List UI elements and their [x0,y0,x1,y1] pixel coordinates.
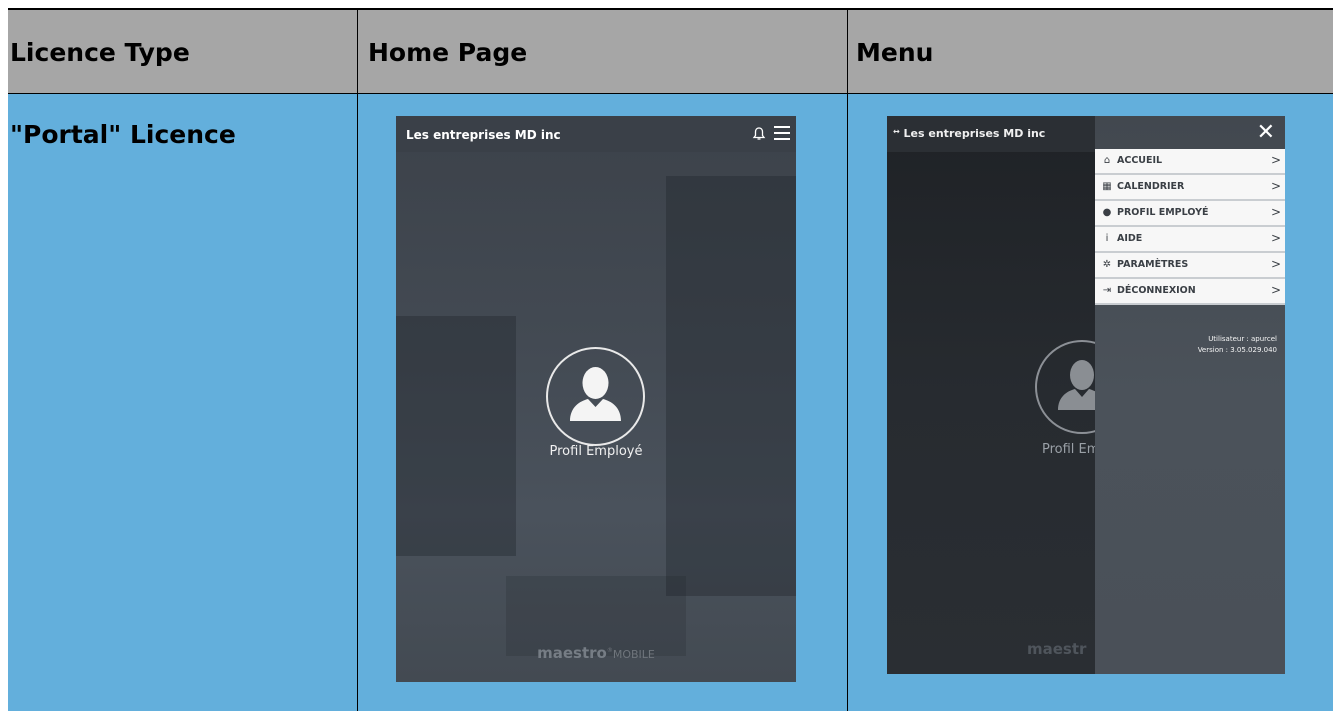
logout-icon: ⇥ [1102,285,1112,296]
profile-employee-label[interactable]: Profil Employé [396,444,796,459]
chevron-right-icon: > [1270,283,1281,297]
table-top-border [8,8,1333,10]
table-column-divider [357,8,358,711]
version-info: Version : 3.05.029.040 [1197,346,1277,354]
menu-item-parametres[interactable]: ✲ PARAMÈTRES > [1095,253,1285,279]
menu-item-calendrier[interactable]: ▦ CALENDRIER > [1095,175,1285,201]
header-cell-home-page: Home Page [358,8,848,94]
side-menu-drawer: ✕ ⌂ ACCUEIL > ▦ CALENDRIER > ● PROFIL EM… [1095,116,1285,674]
user-avatar-icon [570,367,621,421]
header-cell-licence-type: Licence Type [8,8,358,94]
hamburger-menu-icon[interactable] [774,126,790,140]
menu-item-accueil[interactable]: ⌂ ACCUEIL > [1095,149,1285,175]
chevron-right-icon: > [1270,257,1281,271]
home-page-screenshot: Les entreprises MD inc Profil Employé ma… [396,116,796,682]
menu-top-bar: ↔ Les entreprises MD inc [887,116,1095,152]
home-company-title: Les entreprises MD inc [406,128,561,142]
chevron-right-icon: > [1270,231,1281,245]
header-home-page: Home Page [368,38,528,67]
calendar-icon: ▦ [1102,181,1112,192]
user-version-info: Utilisateur : apurcel Version : 3.05.029… [1198,334,1277,356]
info-icon: i [1105,233,1109,244]
dimmed-profile-label: Profil Em [1042,442,1100,457]
gear-icon: ✲ [1102,259,1112,270]
user-info: Utilisateur : apurcel [1208,335,1277,343]
user-icon: ● [1102,207,1112,218]
home-icon: ⌂ [1103,155,1111,166]
dimmed-logo: maestr [1027,640,1087,658]
home-top-bar: Les entreprises MD inc [396,116,796,152]
licence-cell: "Portal" Licence [8,94,358,711]
menu-item-deconnexion[interactable]: ⇥ DÉCONNEXION > [1095,279,1285,305]
menu-list: ⌂ ACCUEIL > ▦ CALENDRIER > ● PROFIL EMPL… [1095,149,1285,305]
header-cell-menu: Menu [848,8,1333,94]
bell-icon[interactable] [752,126,766,140]
menu-company-title: ↔ Les entreprises MD inc [893,127,1046,140]
maestro-mobile-logo: maestro®MOBILE [537,644,655,662]
chevron-right-icon: > [1270,153,1281,167]
table-column-divider [847,8,848,711]
table-header-border [8,93,1333,94]
menu-item-aide[interactable]: i AIDE > [1095,227,1285,253]
close-icon[interactable]: ✕ [1257,120,1275,145]
chevron-right-icon: > [1270,179,1281,193]
licence-type-label: "Portal" Licence [10,120,236,149]
menu-screenshot: ↔ Les entreprises MD inc Profil Em maest… [887,116,1285,674]
chevron-right-icon: > [1270,205,1281,219]
header-licence-type: Licence Type [10,38,190,67]
menu-item-profil-employe[interactable]: ● PROFIL EMPLOYÉ > [1095,201,1285,227]
header-menu: Menu [856,38,934,67]
profile-button[interactable] [546,347,645,446]
